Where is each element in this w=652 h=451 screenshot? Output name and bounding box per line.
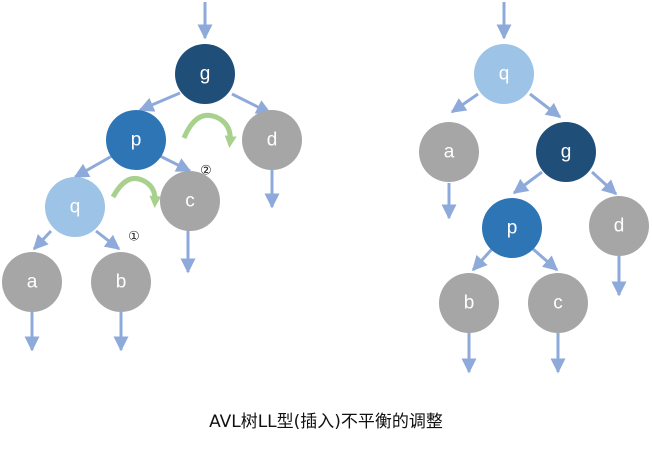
left-node-c: c: [160, 171, 220, 231]
right-node-c-label: c: [553, 293, 563, 314]
right-node-a: a: [419, 122, 479, 182]
left-edge-g-p: [138, 91, 181, 112]
left-edge-p-q: [73, 154, 113, 179]
left-node-q-label: q: [70, 197, 81, 218]
right-node-c: c: [528, 273, 588, 333]
right-node-a-label: a: [444, 142, 455, 163]
rotate-arrow-second: [181, 112, 237, 148]
left-node-b-label: b: [116, 272, 127, 293]
right-edge-q-a: [450, 92, 479, 114]
left-node-a-label: a: [27, 272, 38, 293]
right-edge-p-c: [532, 247, 559, 272]
avl-ll-rotation-diagram: ① ② g p d q c a b q a g p d b c AVL树LL型(…: [0, 0, 652, 451]
right-edge-p-b: [471, 247, 494, 272]
left-node-c-label: c: [185, 191, 195, 212]
right-node-q-label: q: [499, 64, 510, 85]
left-node-b: b: [91, 252, 151, 312]
left-edge-q-b: [95, 229, 121, 251]
right-node-p: p: [482, 198, 542, 258]
right-node-d-label: d: [614, 216, 625, 237]
right-node-b: b: [439, 273, 499, 333]
right-node-p-label: p: [507, 218, 518, 239]
right-node-g-label: g: [561, 142, 572, 163]
right-node-q: q: [474, 44, 534, 104]
right-node-d: d: [589, 196, 649, 256]
rotate-arrow-first: [110, 175, 162, 208]
right-edge-q-g: [529, 92, 562, 119]
left-node-q: q: [45, 177, 105, 237]
right-tree: q a g p d b c: [419, 2, 649, 374]
left-node-p: p: [106, 110, 166, 170]
right-edge-g-d: [590, 170, 618, 196]
diagram-canvas: ① ② g p d q c a b q a g p d b c: [2, 2, 649, 374]
right-edge-g-p: [512, 170, 543, 195]
step-label-first: ①: [128, 230, 140, 245]
left-node-p-label: p: [131, 130, 142, 151]
left-edge-q-a: [32, 229, 53, 251]
left-node-d: d: [242, 110, 302, 170]
left-node-a: a: [2, 252, 62, 312]
left-node-d-label: d: [267, 130, 278, 151]
left-edge-g-d: [231, 92, 272, 115]
left-tree: ① ② g p d q c a b: [2, 2, 302, 352]
right-node-b-label: b: [464, 293, 475, 314]
right-node-g: g: [536, 122, 596, 182]
diagram-caption: AVL树LL型(插入)不平衡的调整: [209, 412, 443, 432]
left-edge-p-c: [159, 154, 192, 173]
left-node-g: g: [175, 44, 235, 104]
left-node-g-label: g: [200, 64, 211, 85]
